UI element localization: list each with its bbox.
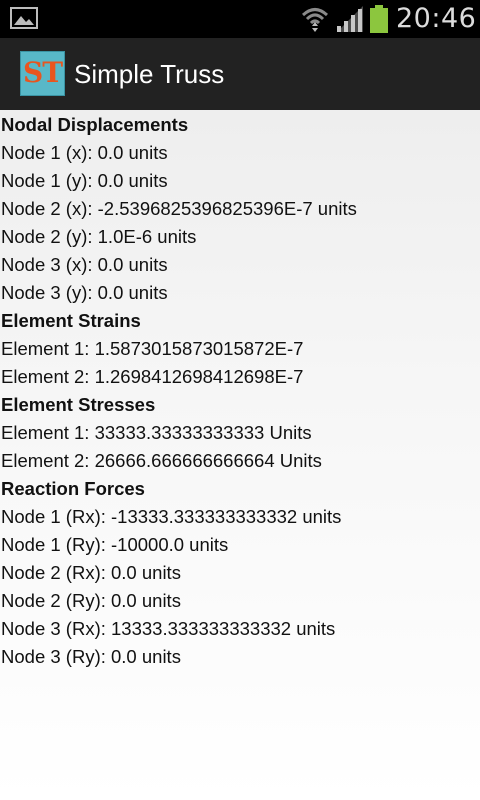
- wifi-icon: [301, 8, 329, 32]
- list-item: Element 2: 1.2698412698412698E-7: [1, 366, 304, 387]
- list-item: Node 3 (x): 0.0 units: [1, 254, 168, 275]
- cell-signal-icon: [337, 6, 363, 32]
- section-heading-element-strains: Element Strains: [1, 310, 141, 331]
- list-item: Node 1 (x): 0.0 units: [1, 142, 168, 163]
- status-clock: 20:46: [396, 3, 477, 34]
- list-item: Element 2: 26666.666666666664 Units: [1, 450, 322, 471]
- results-content[interactable]: Nodal Displacements Node 1 (x): 0.0 unit…: [0, 110, 480, 800]
- app-title: Simple Truss: [74, 59, 225, 89]
- list-item: Node 2 (y): 1.0E-6 units: [1, 226, 197, 247]
- gallery-icon[interactable]: [10, 7, 38, 29]
- list-item: Node 2 (Ry): 0.0 units: [1, 590, 181, 611]
- list-item: Element 1: 1.5873015873015872E-7: [1, 338, 304, 359]
- list-item: Node 2 (x): -2.5396825396825396E-7 units: [1, 198, 357, 219]
- list-item: Node 3 (Rx): 13333.333333333332 units: [1, 618, 336, 639]
- list-item: Node 1 (Rx): -13333.333333333332 units: [1, 506, 342, 527]
- list-item: Node 3 (Ry): 0.0 units: [1, 646, 181, 667]
- status-bar: 20:46: [0, 0, 480, 38]
- list-item: Element 1: 33333.33333333333 Units: [1, 422, 312, 443]
- list-item: Node 3 (y): 0.0 units: [1, 282, 168, 303]
- app-logo[interactable]: ST: [20, 51, 65, 96]
- list-item: Node 1 (Ry): -10000.0 units: [1, 534, 229, 555]
- battery-icon: [370, 5, 388, 33]
- action-bar: ST Simple Truss: [0, 38, 480, 111]
- app-logo-text: ST: [22, 56, 63, 89]
- list-item: Node 2 (Rx): 0.0 units: [1, 562, 181, 583]
- section-heading-element-stresses: Element Stresses: [1, 394, 156, 415]
- section-heading-reaction-forces: Reaction Forces: [1, 478, 145, 499]
- list-item: Node 1 (y): 0.0 units: [1, 170, 168, 191]
- section-heading-nodal-displacements: Nodal Displacements: [1, 114, 189, 135]
